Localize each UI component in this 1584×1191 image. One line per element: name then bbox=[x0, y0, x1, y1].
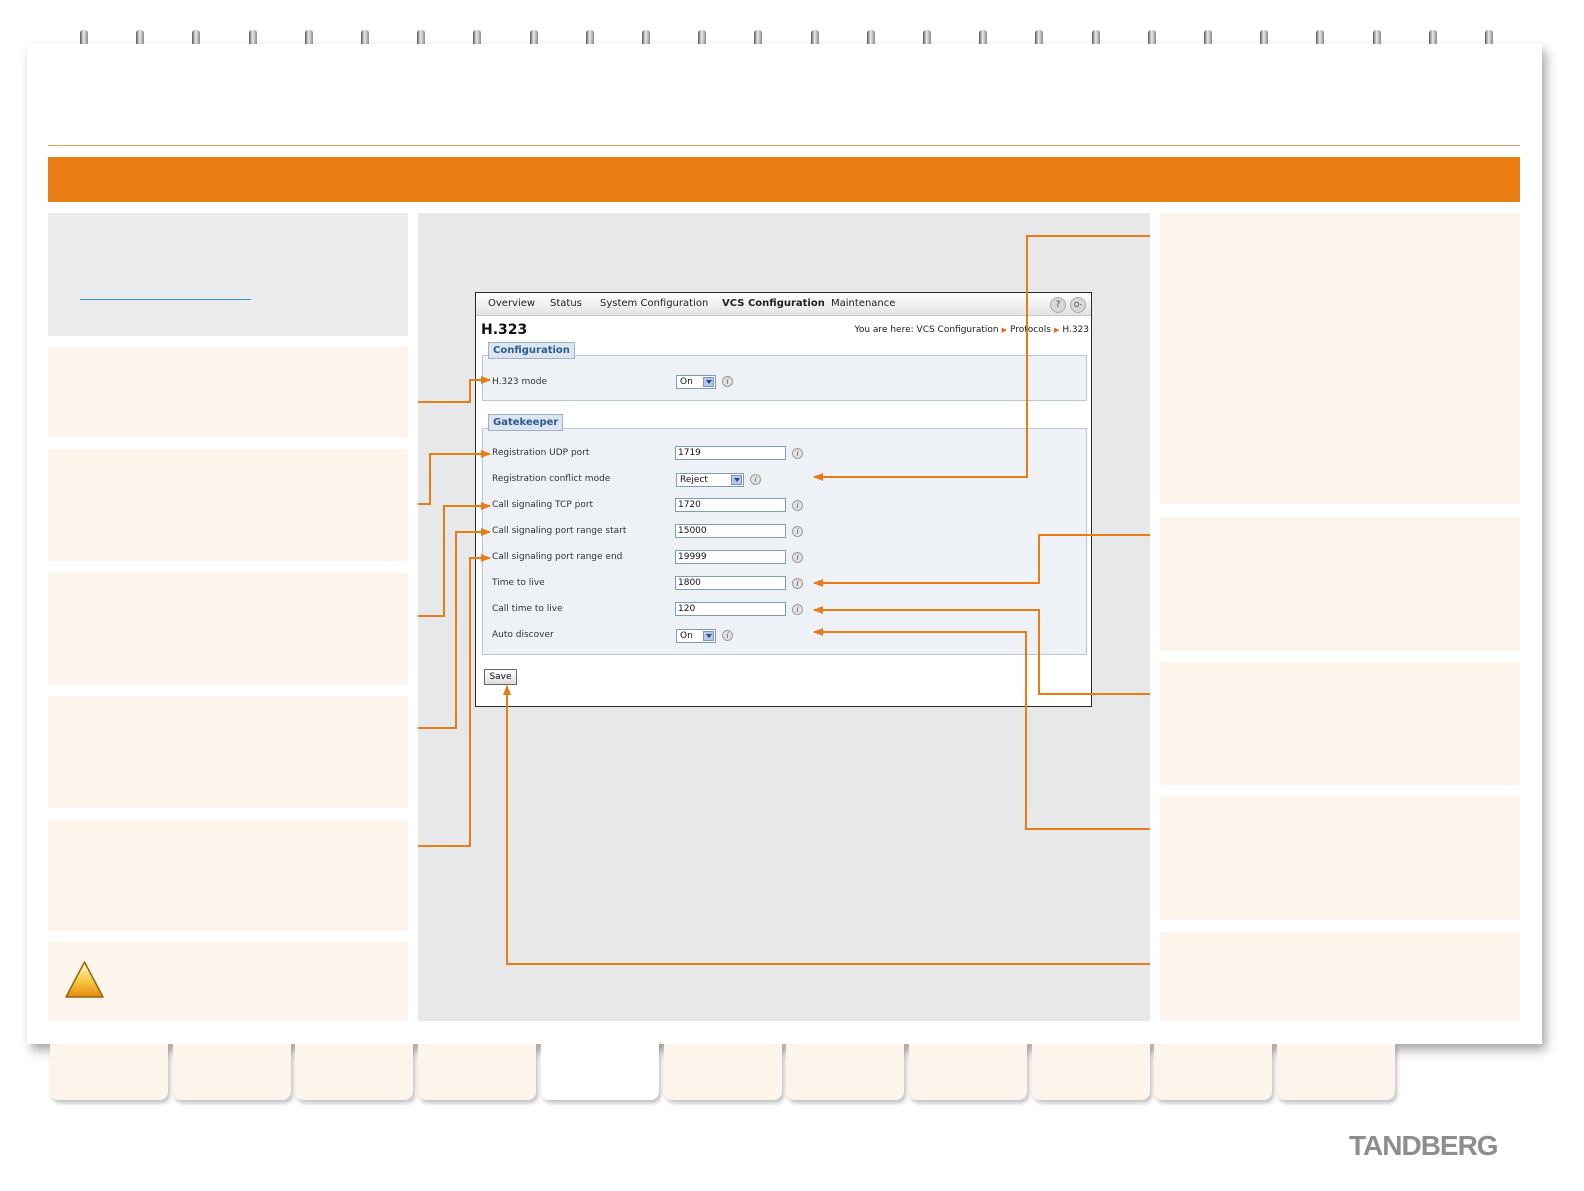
callout-call-time-to-live bbox=[813, 606, 1150, 695]
section-tab[interactable] bbox=[172, 1044, 291, 1100]
section-tab[interactable] bbox=[418, 1044, 537, 1100]
section-tab[interactable] bbox=[1154, 1044, 1273, 1100]
section-tab[interactable] bbox=[295, 1044, 414, 1100]
callout-call-signaling-tcp-port bbox=[418, 502, 491, 617]
section-tab[interactable] bbox=[908, 1044, 1027, 1100]
section-tab[interactable] bbox=[1031, 1044, 1150, 1100]
section-tab[interactable] bbox=[786, 1044, 905, 1100]
callout-h323-mode bbox=[418, 376, 491, 403]
section-tab[interactable] bbox=[50, 1044, 168, 1100]
callout-registration-conflict-mode bbox=[813, 235, 1150, 481]
callout-port-range-end bbox=[418, 554, 491, 847]
callout-save bbox=[503, 685, 1150, 965]
section-tab[interactable] bbox=[540, 1040, 659, 1100]
callout-arrows bbox=[418, 235, 1150, 965]
section-tab[interactable] bbox=[663, 1044, 782, 1100]
callout-time-to-live bbox=[813, 534, 1150, 587]
callout-auto-discover bbox=[813, 628, 1150, 830]
callout-port-range-start bbox=[418, 528, 491, 729]
brand-logo: TANDBERG bbox=[1349, 1130, 1499, 1161]
callout-registration-udp-port bbox=[418, 450, 491, 505]
section-tab[interactable] bbox=[1277, 1044, 1395, 1100]
